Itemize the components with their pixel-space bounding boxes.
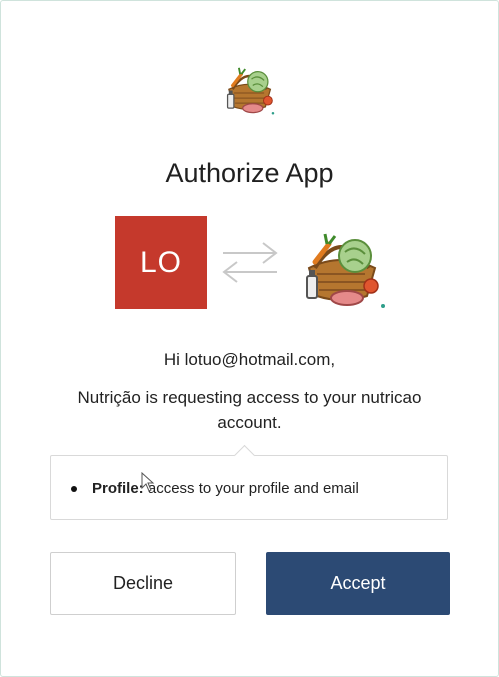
user-initials: LO <box>139 245 183 279</box>
user-avatar: LO <box>115 216 207 309</box>
decline-button[interactable]: Decline <box>50 552 236 615</box>
scope-item-profile: Profile: access to your profile and emai… <box>71 480 359 497</box>
exchange-arrows-icon <box>222 242 278 283</box>
app-logo-large-icon <box>306 233 385 308</box>
accept-button[interactable]: Accept <box>266 552 450 615</box>
greeting-text: Hi lotuo@hotmail.com, <box>163 350 336 369</box>
accept-button-label: Accept <box>330 573 386 593</box>
request-message: Nutrição is requesting access to your nu… <box>77 388 422 432</box>
scopes-panel: Profile: access to your profile and emai… <box>50 444 448 520</box>
scope-description: access to your profile and email <box>147 480 359 497</box>
decline-button-label: Decline <box>112 573 174 593</box>
page-title: Authorize App <box>165 158 334 188</box>
mouse-cursor-icon <box>141 472 155 492</box>
app-logo-icon <box>226 67 275 115</box>
scope-name: Profile: <box>92 480 144 497</box>
bullet-icon <box>71 485 77 492</box>
